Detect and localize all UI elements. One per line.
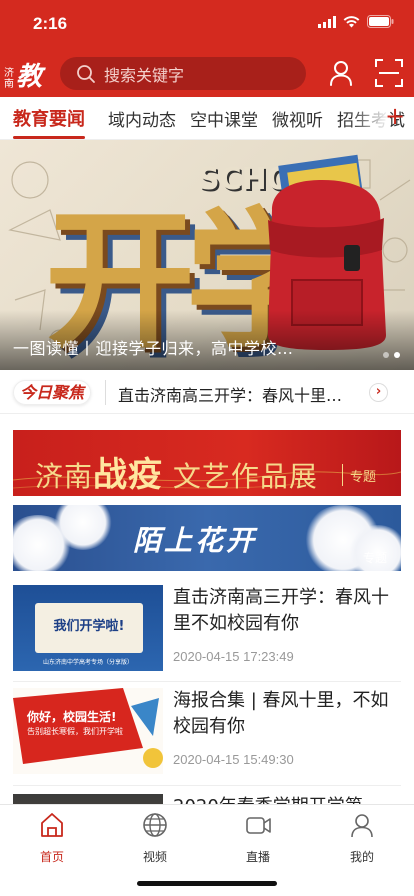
focus-separator xyxy=(105,380,106,405)
today-focus-tag: 今日聚焦 xyxy=(13,380,92,405)
chevron-right-icon[interactable]: › xyxy=(369,383,388,402)
tab-micro-video[interactable]: 微视听 xyxy=(272,106,323,131)
tab-local-news[interactable]: 域内动态 xyxy=(108,106,176,131)
carousel-dot-active[interactable] xyxy=(394,352,400,358)
nav-label: 视频 xyxy=(142,850,167,864)
logo-small-text: 济南 xyxy=(4,68,14,90)
list-divider xyxy=(13,785,401,786)
special-divider xyxy=(342,464,343,486)
top-bar: 2:16 济南 教育 xyxy=(0,0,414,129)
tab-education-news[interactable]: 教育要闻 xyxy=(13,105,85,139)
scan-icon[interactable] xyxy=(374,58,404,88)
home-icon xyxy=(41,813,63,837)
camera-icon xyxy=(246,817,271,834)
news-thumbnail: 我们开学啦! 山东济南中学高考专场（分享版） xyxy=(13,585,163,671)
news-date: 2020-04-15 17:23:49 xyxy=(173,649,294,664)
home-indicator[interactable] xyxy=(137,881,277,886)
tab-online-class[interactable]: 空中课堂 xyxy=(190,106,258,131)
news-title[interactable]: 海报合集 | 春风十里，不如校园有你 xyxy=(173,688,401,740)
news-item[interactable]: 你好，校园生活! 告别超长寒假，我们开学啦 海报合集 | 春风十里，不如校园有你… xyxy=(13,688,401,784)
nav-home[interactable]: 首页 xyxy=(22,811,82,865)
news-title[interactable]: 直击济南高三开学：春风十里不如校园有你 xyxy=(173,585,401,637)
special-title-emphasis: 战疫 xyxy=(93,455,164,495)
special-topic-banner-epidemic-art[interactable]: 济南战疫 文艺作品展 专题 xyxy=(13,430,401,496)
special-title: 陌上花开 xyxy=(133,524,258,557)
app-logo: 济南 教育 xyxy=(4,54,50,129)
today-focus-text[interactable]: 直击济南高三开学：春风十里… xyxy=(118,382,342,406)
tab-fade xyxy=(350,97,390,139)
thumbnail-subtext: 山东济南中学高考专场（分享版） xyxy=(42,659,133,666)
carousel-dots xyxy=(383,352,400,358)
thumbnail-text: 我们开学啦! xyxy=(53,619,125,634)
special-title: 济南战疫 文艺作品展 xyxy=(35,447,318,496)
news-item[interactable]: 我们开学啦! 山东济南中学高考专场（分享版） 直击济南高三开学：春风十里不如校园… xyxy=(13,585,401,681)
status-bar: 2:16 xyxy=(0,0,414,50)
special-label: 专题 xyxy=(350,470,377,485)
list-divider xyxy=(13,681,401,682)
search-input[interactable]: 搜索关键字 xyxy=(60,57,306,90)
nav-video[interactable]: 视频 xyxy=(125,811,185,865)
banner-carousel[interactable]: SCHO 开学 一图读懂丨迎接学子归来，高中学校… xyxy=(0,140,414,370)
special-topic-banner-spring-flowers[interactable]: 陌上花开 专题 xyxy=(13,505,401,571)
add-tab-button[interactable]: + xyxy=(385,102,405,130)
banner-caption: 一图读懂丨迎接学子归来，高中学校… xyxy=(13,339,294,358)
category-tabs: 教育要闻 域内动态 空中课堂 微视听 招生考试 + xyxy=(0,97,414,140)
carousel-dot[interactable] xyxy=(383,352,389,358)
globe-icon xyxy=(143,813,167,837)
user-icon xyxy=(351,814,373,838)
nav-live[interactable]: 直播 xyxy=(228,811,288,865)
status-time: 2:16 xyxy=(33,14,68,33)
news-thumbnail: 你好，校园生活! 告别超长寒假，我们开学啦 xyxy=(13,688,163,774)
nav-label: 我的 xyxy=(349,850,374,864)
nav-label: 首页 xyxy=(39,850,64,864)
search-icon xyxy=(77,64,95,83)
special-title-post: 文艺作品展 xyxy=(172,460,318,493)
nav-mine[interactable]: 我的 xyxy=(332,811,392,865)
thumbnail-subtext: 告别超长寒假，我们开学啦 xyxy=(27,727,123,736)
signal-icon xyxy=(318,15,336,28)
search-placeholder: 搜索关键字 xyxy=(104,65,185,85)
nav-label: 直播 xyxy=(245,850,270,864)
user-profile-icon[interactable] xyxy=(326,58,356,88)
status-icons xyxy=(318,15,394,28)
special-title-pre: 济南 xyxy=(35,460,94,493)
news-date: 2020-04-15 15:49:30 xyxy=(173,752,294,767)
today-focus-bar[interactable]: 今日聚焦 直击济南高三开学：春风十里… › xyxy=(0,370,414,414)
thumbnail-text: 你好，校园生活! xyxy=(27,710,117,724)
wifi-icon xyxy=(343,15,360,27)
battery-icon xyxy=(367,15,394,28)
special-label: 专题 xyxy=(363,551,388,565)
app-header: 济南 教育 搜索关键字 xyxy=(0,50,414,129)
